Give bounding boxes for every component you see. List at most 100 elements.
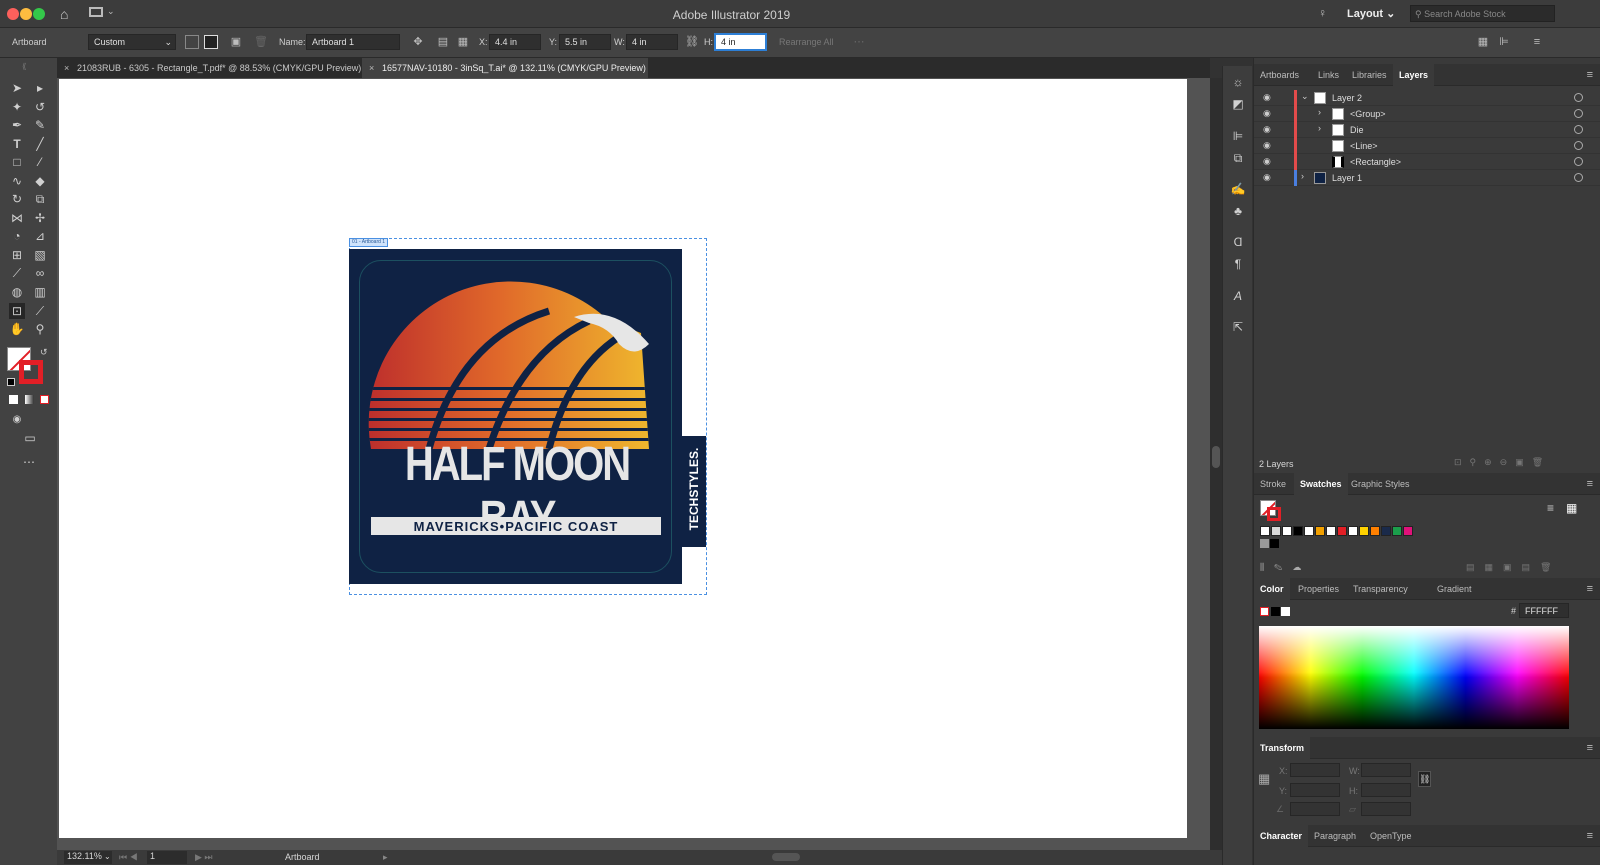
swatch[interactable] <box>1370 526 1380 536</box>
tab-swatches[interactable]: Swatches <box>1294 473 1348 495</box>
chevron-right-icon[interactable]: › <box>1301 171 1304 181</box>
link-icon[interactable]: ⛓ <box>685 35 699 49</box>
landscape-icon[interactable] <box>204 35 218 49</box>
swatches-footer-right-icons[interactable]: ▤▦▣▤🗑 <box>1466 562 1561 573</box>
transform-x-field[interactable] <box>1290 763 1340 777</box>
swatch[interactable] <box>1315 526 1325 536</box>
y-field[interactable]: 5.5 in <box>559 34 611 50</box>
transform-y-field[interactable] <box>1290 783 1340 797</box>
export-icon[interactable]: ⇱ <box>1230 319 1246 335</box>
hand-tool-icon[interactable]: ✋ <box>9 321 25 337</box>
swatch[interactable] <box>1381 526 1391 536</box>
gradient-tool-icon[interactable]: ▧ <box>32 247 48 263</box>
align-panel-icon[interactable]: ⊫ <box>1230 128 1246 144</box>
align-icon[interactable]: ⊫ <box>1497 35 1511 49</box>
layer-row[interactable]: ◉ <Rectangle> <box>1254 154 1600 170</box>
pathfinder-icon[interactable]: ⧉ <box>1230 150 1246 166</box>
eye-icon[interactable]: ◉ <box>1263 124 1271 135</box>
close-icon[interactable]: × <box>64 58 69 78</box>
artboard-options-icon[interactable]: ▤ <box>436 35 450 49</box>
symbols-icon[interactable]: ♣ <box>1230 203 1246 219</box>
puppet-warp-icon[interactable]: ✢ <box>32 210 48 226</box>
move-with-artboard-icon[interactable]: ✥ <box>411 35 425 49</box>
graph-tool-icon[interactable]: ▥ <box>32 284 48 300</box>
eye-icon[interactable]: ◉ <box>1263 92 1271 103</box>
tab-character[interactable]: Character <box>1254 825 1309 847</box>
chevron-down-icon[interactable]: ⌄ <box>1301 91 1309 102</box>
eye-icon[interactable]: ◉ <box>1263 108 1271 119</box>
brushes-icon[interactable]: ✍ <box>1230 181 1246 197</box>
artboard-number-field[interactable]: 1 <box>147 851 187 864</box>
layer-row[interactable]: ◉ › <Group> <box>1254 106 1600 122</box>
swatch-stroke-indicator[interactable] <box>1267 507 1281 521</box>
tab-gradient[interactable]: Gradient <box>1431 578 1478 600</box>
color-spectrum[interactable] <box>1259 626 1569 729</box>
rotate-angle-icon[interactable]: ∠ <box>1276 804 1284 815</box>
hex-input[interactable]: FFFFFF <box>1519 603 1569 618</box>
design-artwork[interactable]: HALF MOON BAY MAVERICKS•PACIFIC COAST <box>349 249 682 584</box>
status-menu-icon[interactable]: ▸ <box>383 852 388 863</box>
appearance-icon[interactable]: ◩ <box>1230 96 1246 112</box>
color-mode-icon[interactable] <box>9 395 18 404</box>
swatch[interactable] <box>1293 526 1303 536</box>
panel-menu-icon[interactable]: ≡ <box>1587 742 1593 754</box>
shear-icon[interactable]: ▱ <box>1349 804 1356 815</box>
none-color-icon[interactable] <box>1260 607 1269 616</box>
grid-view-icon[interactable]: ▦ <box>1566 501 1577 515</box>
lightbulb-icon[interactable]: ♀ <box>1318 6 1327 20</box>
chevron-right-icon[interactable]: › <box>1318 107 1321 117</box>
vertical-scrollbar[interactable] <box>1210 78 1222 850</box>
portrait-icon[interactable] <box>185 35 199 49</box>
zoom-tool-icon[interactable]: ⚲ <box>32 321 48 337</box>
swatch[interactable] <box>1348 526 1358 536</box>
none-mode-icon[interactable] <box>40 395 49 404</box>
collapse-icon[interactable]: ⟪ <box>22 62 26 71</box>
paintbrush-icon[interactable]: ⁄ <box>32 154 48 170</box>
stock-search-input[interactable]: ⚲ Search Adobe Stock <box>1410 5 1555 22</box>
default-colors-icon[interactable] <box>7 378 15 386</box>
target-icon[interactable] <box>1574 93 1583 102</box>
panel-menu-icon[interactable]: ≡ <box>1587 583 1593 595</box>
eye-icon[interactable]: ◉ <box>1263 156 1271 167</box>
menu-icon[interactable]: ≡ <box>1530 35 1544 49</box>
gradient-mode-icon[interactable] <box>25 395 34 404</box>
next-artboard-icon[interactable]: ▶ ⏭ <box>195 852 213 863</box>
shape-builder-icon[interactable]: ◔ <box>9 228 25 244</box>
draw-mode-icon[interactable]: ◉ <box>9 412 25 428</box>
symbol-sprayer-icon[interactable]: ◍ <box>9 284 25 300</box>
tab-color[interactable]: Color <box>1254 578 1290 600</box>
shaper-tool-icon[interactable]: ∿ <box>9 173 25 189</box>
tab-graphic-styles[interactable]: Graphic Styles <box>1345 473 1416 495</box>
swatch[interactable] <box>1326 526 1336 536</box>
preset-select[interactable]: Custom ⌄ <box>88 34 176 50</box>
target-icon[interactable] <box>1574 109 1583 118</box>
transform-title[interactable]: Transform <box>1254 737 1311 759</box>
chevron-right-icon[interactable]: › <box>1318 123 1321 133</box>
layer-row[interactable]: ◉ <Line> <box>1254 138 1600 154</box>
type-tool-icon[interactable]: T <box>9 136 25 152</box>
tab-artboards[interactable]: Artboards <box>1254 64 1305 86</box>
scale-tool-icon[interactable]: ⧉ <box>32 191 48 207</box>
stroke-swatch[interactable] <box>19 360 43 384</box>
close-icon[interactable]: × <box>369 58 374 78</box>
swatch-folder-icon[interactable] <box>1260 539 1269 548</box>
glyphs-icon[interactable]: Ɑ <box>1230 234 1246 250</box>
layers-footer-icons[interactable]: ⊡⚲⊕⊖▣🗑 <box>1454 457 1551 468</box>
swatch[interactable] <box>1271 526 1281 536</box>
tab-document-2[interactable]: × 16577NAV-10180 - 3inSq_T.ai* @ 132.11% … <box>362 58 648 78</box>
line-tool-icon[interactable]: ╱ <box>32 136 48 152</box>
chevron-down-icon[interactable]: ⌄ <box>104 852 111 861</box>
target-icon[interactable] <box>1574 125 1583 134</box>
list-view-icon[interactable]: ≡ <box>1547 501 1554 515</box>
tab-libraries[interactable]: Libraries <box>1346 64 1393 86</box>
tab-links[interactable]: Links <box>1312 64 1345 86</box>
first-artboard-icon[interactable]: ⏮ ◀ <box>119 852 138 863</box>
mesh-tool-icon[interactable]: ⊞ <box>9 247 25 263</box>
swatch-black[interactable] <box>1270 539 1279 548</box>
tab-layers[interactable]: Layers <box>1393 64 1435 86</box>
more-tools-icon[interactable]: ⋯ <box>21 454 37 470</box>
reference-point-icon[interactable]: ▦ <box>456 35 470 49</box>
reference-point-icon[interactable]: ▦ <box>1258 772 1272 786</box>
width-tool-icon[interactable]: ⋈ <box>9 210 25 226</box>
tab-stroke[interactable]: Stroke <box>1254 473 1292 495</box>
